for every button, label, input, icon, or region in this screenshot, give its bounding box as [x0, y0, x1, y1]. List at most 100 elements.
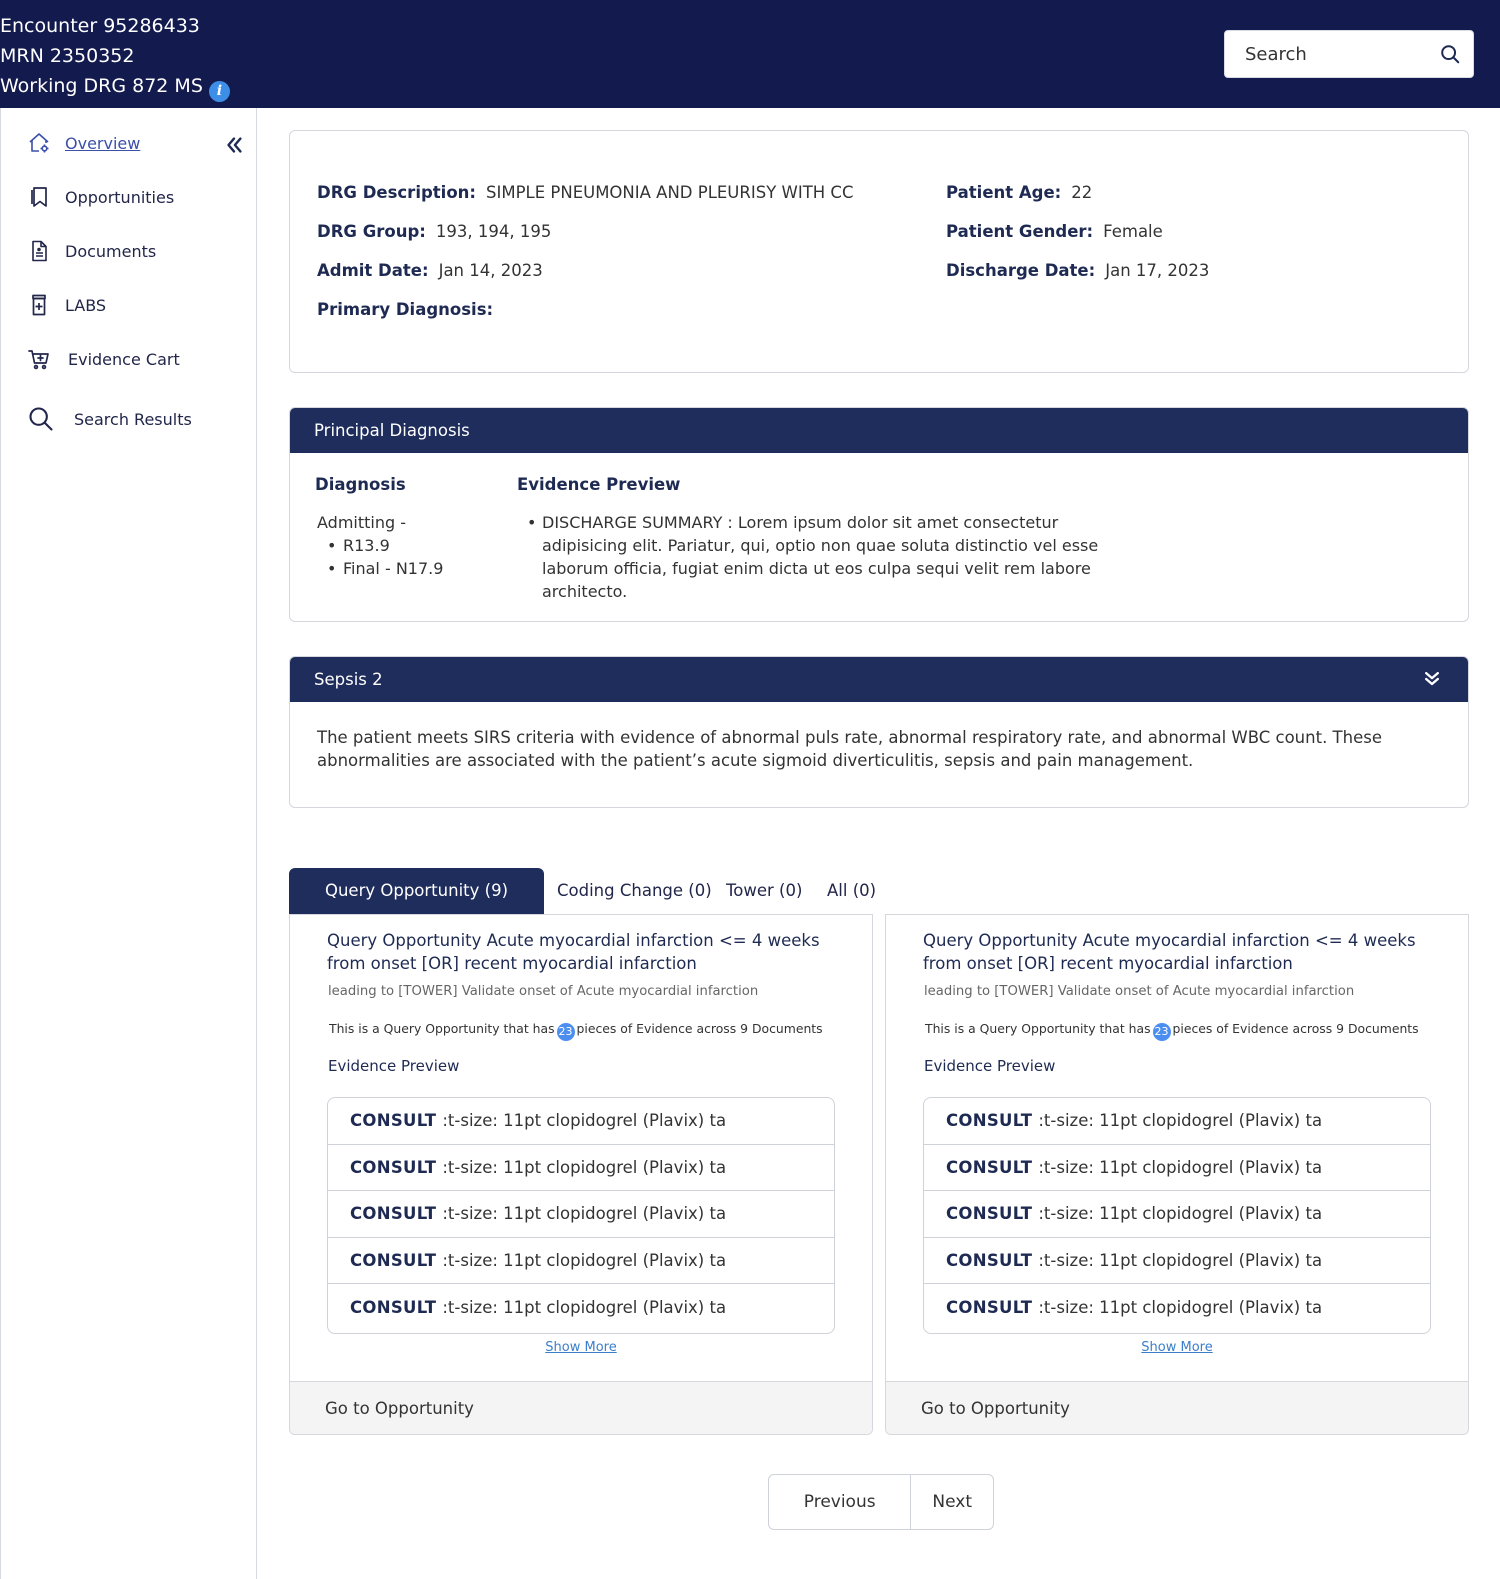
evidence-row[interactable]: CONSULT:t-size: 11pt clopidogrel (Plavix…: [328, 1098, 834, 1145]
working-drg: Working DRG 872 MS i: [0, 74, 230, 102]
drg-description-value: SIMPLE PNEUMONIA AND PLEURISY WITH CC: [486, 183, 854, 202]
info-icon[interactable]: i: [208, 81, 230, 102]
sidebar-item-opportunities[interactable]: Opportunities: [27, 182, 174, 212]
evidence-snippet: :t-size: 11pt clopidogrel (Plavix) ta: [1038, 1157, 1323, 1177]
evidence-preview-text: DISCHARGE SUMMARY : Lorem ipsum dolor si…: [517, 511, 1143, 603]
diagnosis-list: Admitting - R13.9 Final - N17.9: [317, 511, 443, 580]
primary-diagnosis: Primary Diagnosis:: [317, 300, 503, 319]
tab-coding-change[interactable]: Coding Change (0): [557, 878, 712, 904]
evidence-row[interactable]: CONSULT:t-size: 11pt clopidogrel (Plavix…: [924, 1098, 1430, 1145]
evidence-source: CONSULT: [946, 1111, 1033, 1131]
sidebar-item-label: Overview: [65, 133, 141, 153]
patient-age: Patient Age: 22: [946, 183, 1092, 202]
encounter-number: Encounter 95286433: [0, 15, 200, 37]
search-box[interactable]: [1224, 30, 1474, 78]
principal-diagnosis-title: Principal Diagnosis: [290, 408, 1468, 453]
diagnosis-code: Final - N17.9: [317, 557, 443, 580]
sidebar-item-label: Opportunities: [65, 187, 175, 207]
evidence-preview-title: Evidence Preview: [924, 1057, 1056, 1075]
working-drg-text: Working DRG 872 MS: [0, 75, 203, 97]
evidence-row[interactable]: CONSULT:t-size: 11pt clopidogrel (Plavix…: [328, 1191, 834, 1238]
sidebar: Overview Opportunities Documents LABS Ev…: [0, 108, 257, 1579]
double-chevron-down-icon[interactable]: [1422, 669, 1442, 689]
evidence-snippet: :t-size: 11pt clopidogrel (Plavix) ta: [442, 1111, 727, 1131]
opportunity-subtitle: leading to [TOWER] Validate onset of Acu…: [924, 984, 1355, 999]
sidebar-item-label: Documents: [65, 241, 157, 261]
discharge-date-label: Discharge Date:: [946, 261, 1096, 280]
patient-gender: Patient Gender: Female: [946, 222, 1163, 241]
evidence-source: CONSULT: [946, 1204, 1033, 1224]
pagination: Previous Next: [768, 1474, 994, 1530]
patient-gender-value: Female: [1103, 222, 1163, 241]
evidence-row[interactable]: CONSULT:t-size: 11pt clopidogrel (Plavix…: [328, 1284, 834, 1331]
admit-date: Admit Date: Jan 14, 2023: [317, 261, 543, 280]
sidebar-item-documents[interactable]: Documents: [27, 236, 156, 266]
tab-all[interactable]: All (0): [827, 878, 876, 904]
search-input[interactable]: [1225, 31, 1435, 77]
patient-gender-label: Patient Gender:: [946, 222, 1094, 241]
evidence-snippet: :t-size: 11pt clopidogrel (Plavix) ta: [442, 1204, 727, 1224]
evidence-snippet: :t-size: 11pt clopidogrel (Plavix) ta: [1038, 1297, 1323, 1317]
sidebar-item-evidence-cart[interactable]: Evidence Cart: [27, 344, 180, 374]
primary-diagnosis-label: Primary Diagnosis:: [317, 300, 494, 319]
bookmark-icon: [31, 187, 47, 207]
cart-icon: [28, 350, 49, 370]
admit-date-value: Jan 14, 2023: [438, 261, 543, 280]
evidence-count-badge: 23: [556, 1023, 575, 1041]
drg-group: DRG Group: 193, 194, 195: [317, 222, 551, 241]
evidence-source: CONSULT: [350, 1297, 437, 1317]
top-header: Encounter 95286433 MRN 2350352 Working D…: [0, 0, 1500, 108]
evidence-count-text: This is a Query Opportunity that has 23 pi…: [329, 1021, 823, 1041]
show-more-link[interactable]: Show More: [290, 1340, 872, 1355]
evidence-snippet: :t-size: 11pt clopidogrel (Plavix) ta: [1038, 1204, 1323, 1224]
evidence-source: CONSULT: [350, 1204, 437, 1224]
previous-button[interactable]: Previous: [769, 1475, 912, 1529]
show-more-link[interactable]: Show More: [886, 1340, 1468, 1355]
tab-query-opportunity[interactable]: Query Opportunity (9): [289, 868, 544, 914]
evidence-preview-title: Evidence Preview: [328, 1057, 460, 1075]
patient-age-value: 22: [1071, 183, 1093, 202]
count-suffix: pieces of Evidence across 9 Documents: [1172, 1021, 1419, 1036]
go-to-opportunity-button[interactable]: Go to Opportunity: [290, 1381, 872, 1434]
evidence-snippet: :t-size: 11pt clopidogrel (Plavix) ta: [442, 1157, 727, 1177]
evidence-row[interactable]: CONSULT:t-size: 11pt clopidogrel (Plavix…: [924, 1238, 1430, 1284]
evidence-row[interactable]: CONSULT:t-size: 11pt clopidogrel (Plavix…: [924, 1284, 1430, 1331]
opportunity-title: Query Opportunity Acute myocardial infar…: [327, 931, 820, 973]
evidence-list: CONSULT:t-size: 11pt clopidogrel (Plavix…: [327, 1097, 835, 1334]
sidebar-item-label: Search Results: [74, 409, 192, 429]
encounter-summary-card: DRG Description: SIMPLE PNEUMONIA AND PLE…: [289, 130, 1469, 373]
sidebar-item-labs[interactable]: LABS: [27, 290, 106, 320]
go-to-opportunity-button[interactable]: Go to Opportunity: [886, 1381, 1468, 1434]
search-icon[interactable]: [1439, 43, 1461, 65]
sidebar-item-label: LABS: [65, 295, 107, 315]
document-icon: [32, 240, 47, 262]
evidence-snippet: :t-size: 11pt clopidogrel (Plavix) ta: [442, 1297, 727, 1317]
opportunity-card: Query Opportunity Acute myocardial infar…: [289, 914, 873, 1435]
evidence-row[interactable]: CONSULT:t-size: 11pt clopidogrel (Plavix…: [924, 1191, 1430, 1238]
tab-tower[interactable]: Tower (0): [726, 878, 802, 904]
evidence-source: CONSULT: [946, 1297, 1033, 1317]
evidence-row[interactable]: CONSULT:t-size: 11pt clopidogrel (Plavix…: [924, 1145, 1430, 1191]
sepsis-title: Sepsis 2: [314, 670, 383, 689]
evidence-count-text: This is a Query Opportunity that has 23 pi…: [925, 1021, 1419, 1041]
evidence-row[interactable]: CONSULT:t-size: 11pt clopidogrel (Plavix…: [328, 1238, 834, 1284]
opportunity-subtitle: leading to [TOWER] Validate onset of Acu…: [328, 984, 759, 999]
sepsis-panel: Sepsis 2 The patient meets SIRS criteria…: [289, 656, 1469, 808]
evidence-source: CONSULT: [946, 1157, 1033, 1177]
mrn-number: MRN 2350352: [0, 45, 135, 67]
sidebar-item-search-results[interactable]: Search Results: [27, 404, 192, 434]
sepsis-header[interactable]: Sepsis 2: [290, 657, 1468, 702]
evidence-snippet: :t-size: 11pt clopidogrel (Plavix) ta: [1038, 1250, 1323, 1270]
evidence-snippet: :t-size: 11pt clopidogrel (Plavix) ta: [442, 1250, 727, 1270]
patient-age-label: Patient Age:: [946, 183, 1062, 202]
double-chevron-left-icon[interactable]: [223, 134, 245, 156]
sidebar-item-overview[interactable]: Overview: [27, 128, 140, 158]
evidence-list: CONSULT:t-size: 11pt clopidogrel (Plavix…: [923, 1097, 1431, 1334]
search-icon: [29, 407, 53, 431]
evidence-row[interactable]: CONSULT:t-size: 11pt clopidogrel (Plavix…: [328, 1145, 834, 1191]
next-button[interactable]: Next: [911, 1475, 993, 1529]
count-prefix: This is a Query Opportunity that has: [925, 1021, 1151, 1036]
evidence-preview-title: Evidence Preview: [517, 475, 681, 494]
admit-date-label: Admit Date:: [317, 261, 429, 280]
drg-description: DRG Description: SIMPLE PNEUMONIA AND PLE…: [317, 183, 853, 202]
